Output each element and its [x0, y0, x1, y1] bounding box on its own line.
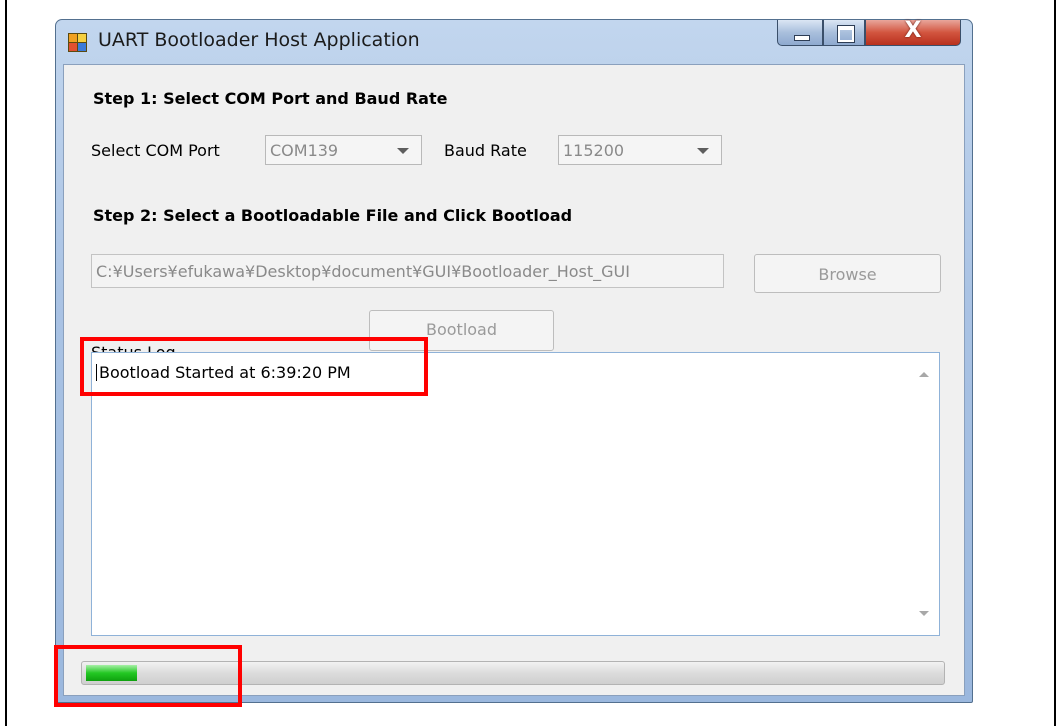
chevron-down-icon: [397, 148, 409, 154]
step1-heading: Step 1: Select COM Port and Baud Rate: [93, 89, 448, 108]
close-icon: X: [904, 18, 922, 43]
highlight-box-status: [80, 337, 428, 396]
vertical-scrollbar[interactable]: [909, 353, 939, 635]
maximize-icon: [838, 26, 854, 42]
minimize-button[interactable]: [777, 20, 823, 46]
chevron-down-icon: [697, 148, 709, 154]
com-port-value: COM139: [270, 141, 339, 160]
scroll-down-arrow-icon[interactable]: [919, 611, 929, 616]
step2-heading: Step 2: Select a Bootloadable File and C…: [93, 206, 573, 225]
title-bar[interactable]: UART Bootloader Host Application X: [56, 18, 972, 64]
com-port-select[interactable]: COM139: [265, 135, 422, 165]
scroll-up-arrow-icon[interactable]: [919, 372, 929, 377]
window-title: UART Bootloader Host Application: [98, 29, 420, 51]
com-port-label: Select COM Port: [91, 141, 220, 160]
minimize-icon: [794, 35, 810, 41]
file-path-value: C:¥Users¥efukawa¥Desktop¥document¥GUI¥Bo…: [96, 262, 630, 281]
baud-rate-value: 115200: [563, 141, 625, 160]
close-button[interactable]: X: [865, 18, 961, 46]
highlight-box-progress: [54, 645, 242, 707]
baud-rate-select[interactable]: 115200: [558, 135, 722, 165]
caption-buttons: X: [777, 18, 967, 47]
maximize-button[interactable]: [823, 20, 865, 46]
file-path-field[interactable]: C:¥Users¥efukawa¥Desktop¥document¥GUI¥Bo…: [91, 254, 724, 288]
app-icon: [68, 33, 87, 52]
baud-rate-label: Baud Rate: [444, 141, 527, 160]
browse-button[interactable]: Browse: [754, 254, 941, 293]
